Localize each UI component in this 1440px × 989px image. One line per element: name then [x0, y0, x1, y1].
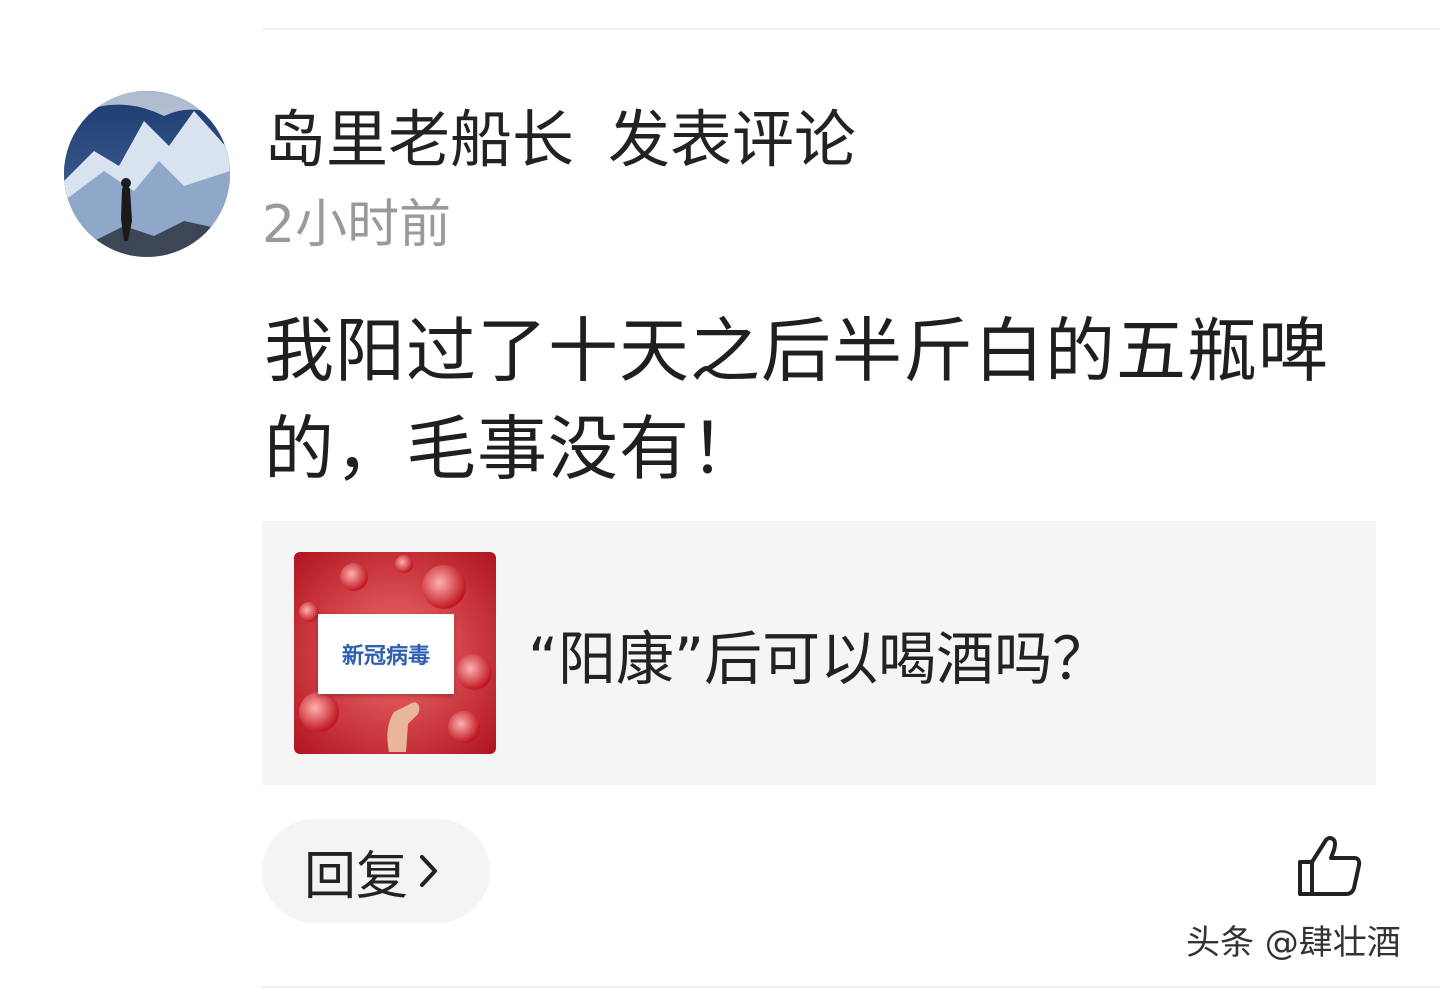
article-thumbnail: 新冠病毒 — [294, 552, 496, 754]
comment-timestamp: 2小时前 — [262, 195, 452, 255]
reply-button-label: 回复 — [304, 846, 409, 907]
like-button[interactable] — [1296, 834, 1364, 898]
watermark: 头条 @肆壮酒 — [1186, 923, 1401, 963]
reply-button[interactable]: 回复 — [262, 819, 490, 923]
top-divider — [262, 28, 1440, 30]
comment-text: 我阳过了十天之后半斤白的五瓶啤的，毛事没有！ — [264, 310, 1329, 490]
comment-header: 岛里老船长 发表评论 — [264, 100, 856, 180]
avatar-mountain-image — [64, 91, 230, 257]
comment-detail-page: 岛里老船长 发表评论 2小时前 我阳过了十天之后半斤白的五瓶啤的，毛事没有！ 新… — [0, 0, 1440, 989]
comment-action-label: 发表评论 — [608, 103, 857, 176]
author-name[interactable]: 岛里老船长 — [264, 103, 574, 176]
linked-article-card[interactable]: 新冠病毒 “阳康”后可以喝酒吗？ — [262, 521, 1376, 785]
thumbnail-card-label: 新冠病毒 — [318, 614, 454, 694]
thumbs-up-icon — [1298, 836, 1362, 896]
avatar[interactable] — [64, 91, 230, 257]
bottom-divider — [262, 986, 1440, 988]
linked-article-title[interactable]: “阳康”后可以喝酒吗？ — [528, 621, 1110, 697]
chevron-right-icon — [418, 853, 440, 889]
